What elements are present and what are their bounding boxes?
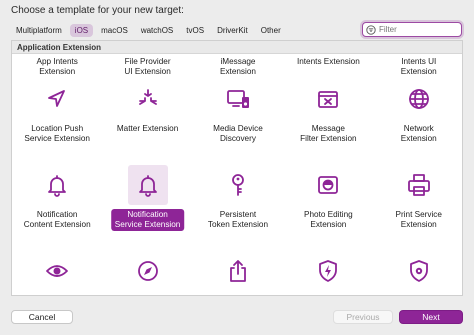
- platform-tab-driverkit[interactable]: DriverKit: [212, 24, 253, 37]
- bell-icon: [127, 165, 168, 205]
- template-quick-look-preview-extension[interactable]: Quick LookPreview Extension: [12, 245, 102, 296]
- template-label: Location Push Service Extension: [20, 123, 94, 145]
- label-line: Service Extension: [24, 134, 90, 143]
- template-label: Safari Extension: [114, 295, 182, 296]
- label-line: File Provider: [124, 57, 171, 66]
- template-label: ShieldConfiguration: [390, 295, 447, 296]
- label-line: Network: [403, 124, 434, 133]
- template-panel: Application Extension App Intents Extensi…: [11, 40, 463, 296]
- label-line: Location Push: [31, 124, 84, 133]
- label-line: Notification: [127, 210, 168, 219]
- template-label: Network Extension: [397, 123, 441, 145]
- dialog-title: Choose a template for your new target:: [11, 5, 184, 16]
- template-location-push-service-extension[interactable]: Location Push Service Extension: [12, 73, 102, 159]
- template-notification-service-extension[interactable]: Notification Service Extension: [102, 159, 192, 245]
- filter-icon: [366, 24, 376, 35]
- template-label: Persistent Token Extension: [204, 209, 272, 231]
- label-line: App Intents: [36, 57, 78, 66]
- template-persistent-token-extension[interactable]: Persistent Token Extension: [193, 159, 283, 245]
- shield-gear-icon: [399, 251, 439, 291]
- share-icon: [218, 251, 258, 291]
- template-matter-extension[interactable]: Matter Extension: [102, 73, 192, 159]
- template-label: Message Filter Extension: [296, 123, 360, 145]
- platform-tab-macos[interactable]: macOS: [96, 24, 133, 37]
- template-label: Intents Extension: [293, 56, 364, 68]
- template-grid: App Intents Extension File Provider UI Exte…: [12, 41, 462, 296]
- template-message-filter-extension[interactable]: Message Filter Extension: [283, 73, 373, 159]
- template-network-extension[interactable]: Network Extension: [374, 73, 462, 159]
- template-label: Print Service Extension: [392, 209, 446, 231]
- key-icon: [218, 165, 258, 205]
- label-line: Extension: [400, 220, 437, 229]
- template-print-service-extension[interactable]: Print Service Extension: [374, 159, 462, 245]
- template-label: Share Extension: [204, 295, 272, 296]
- label-line: Service Extension: [114, 220, 181, 229]
- filter-field[interactable]: [362, 22, 462, 37]
- template-label: Media Device Discovery: [209, 123, 267, 145]
- platform-tab-multiplatform[interactable]: Multiplatform: [11, 24, 67, 37]
- photo-edit-icon: [308, 165, 348, 205]
- template-shield-configuration[interactable]: ShieldConfiguration: [374, 245, 462, 296]
- template-safari-extension[interactable]: Safari Extension: [102, 245, 192, 296]
- template-label: Photo Editing Extension: [300, 209, 357, 231]
- bell-icon: [37, 165, 77, 205]
- label-line: Matter Extension: [116, 124, 179, 133]
- shield-bolt-icon: [308, 251, 348, 291]
- label-line: Message: [311, 124, 345, 133]
- label-line: Filter Extension: [300, 134, 357, 143]
- section-header: Application Extension: [12, 41, 462, 54]
- platform-tab-other[interactable]: Other: [256, 24, 286, 37]
- label-line: Extension: [310, 220, 347, 229]
- label-line: Token Extension: [207, 220, 269, 229]
- label-line: Media Device: [213, 124, 263, 133]
- platform-tab-tvos[interactable]: tvOS: [181, 24, 209, 37]
- label-line: Photo Editing: [304, 210, 353, 219]
- compass-icon: [128, 251, 168, 291]
- label-line: Extension: [400, 134, 437, 143]
- media-device-icon: [218, 79, 258, 119]
- location-arrow-icon: [37, 79, 77, 119]
- template-row: Location Push Service Extension Matter Ext…: [12, 73, 462, 159]
- label-line: Intents UI: [401, 57, 437, 66]
- template-row: Quick LookPreview Extension Safari Extens…: [12, 245, 462, 296]
- label-line: Notification: [36, 210, 78, 219]
- filter-input[interactable]: [379, 25, 459, 34]
- platform-tab-ios[interactable]: iOS: [69, 23, 94, 37]
- template-label: Matter Extension: [113, 123, 182, 135]
- eye-icon: [37, 251, 77, 291]
- template-photo-editing-extension[interactable]: Photo Editing Extension: [283, 159, 373, 245]
- cancel-button[interactable]: Cancel: [11, 310, 73, 324]
- template-shield-action-extension[interactable]: Shield ActionExtension: [283, 245, 373, 296]
- label-line: Content Extension: [23, 220, 91, 229]
- label-line: Print Service: [395, 210, 442, 219]
- platform-tab-watchos[interactable]: watchOS: [136, 24, 178, 37]
- label-line: Persistent: [219, 210, 257, 219]
- label-line: Discovery: [219, 134, 256, 143]
- printer-icon: [399, 165, 439, 205]
- matter-icon: [128, 79, 168, 119]
- previous-button[interactable]: Previous: [333, 310, 393, 324]
- template-notification-content-extension[interactable]: Notification Content Extension: [12, 159, 102, 245]
- next-button[interactable]: Next: [399, 310, 463, 324]
- label-line: Intents Extension: [296, 57, 360, 66]
- message-filter-icon: [308, 79, 348, 119]
- template-media-device-discovery[interactable]: Media Device Discovery: [193, 73, 283, 159]
- template-share-extension[interactable]: Share Extension: [193, 245, 283, 296]
- label-line: iMessage: [220, 57, 256, 66]
- template-label: Shield ActionExtension: [301, 295, 356, 296]
- globe-icon: [399, 79, 439, 119]
- template-label: Notification Service Extension: [110, 209, 185, 231]
- template-label: Quick LookPreview Extension: [20, 295, 95, 296]
- template-row: Notification Content Extension Notificatio…: [12, 159, 462, 245]
- template-label: Notification Content Extension: [20, 209, 95, 231]
